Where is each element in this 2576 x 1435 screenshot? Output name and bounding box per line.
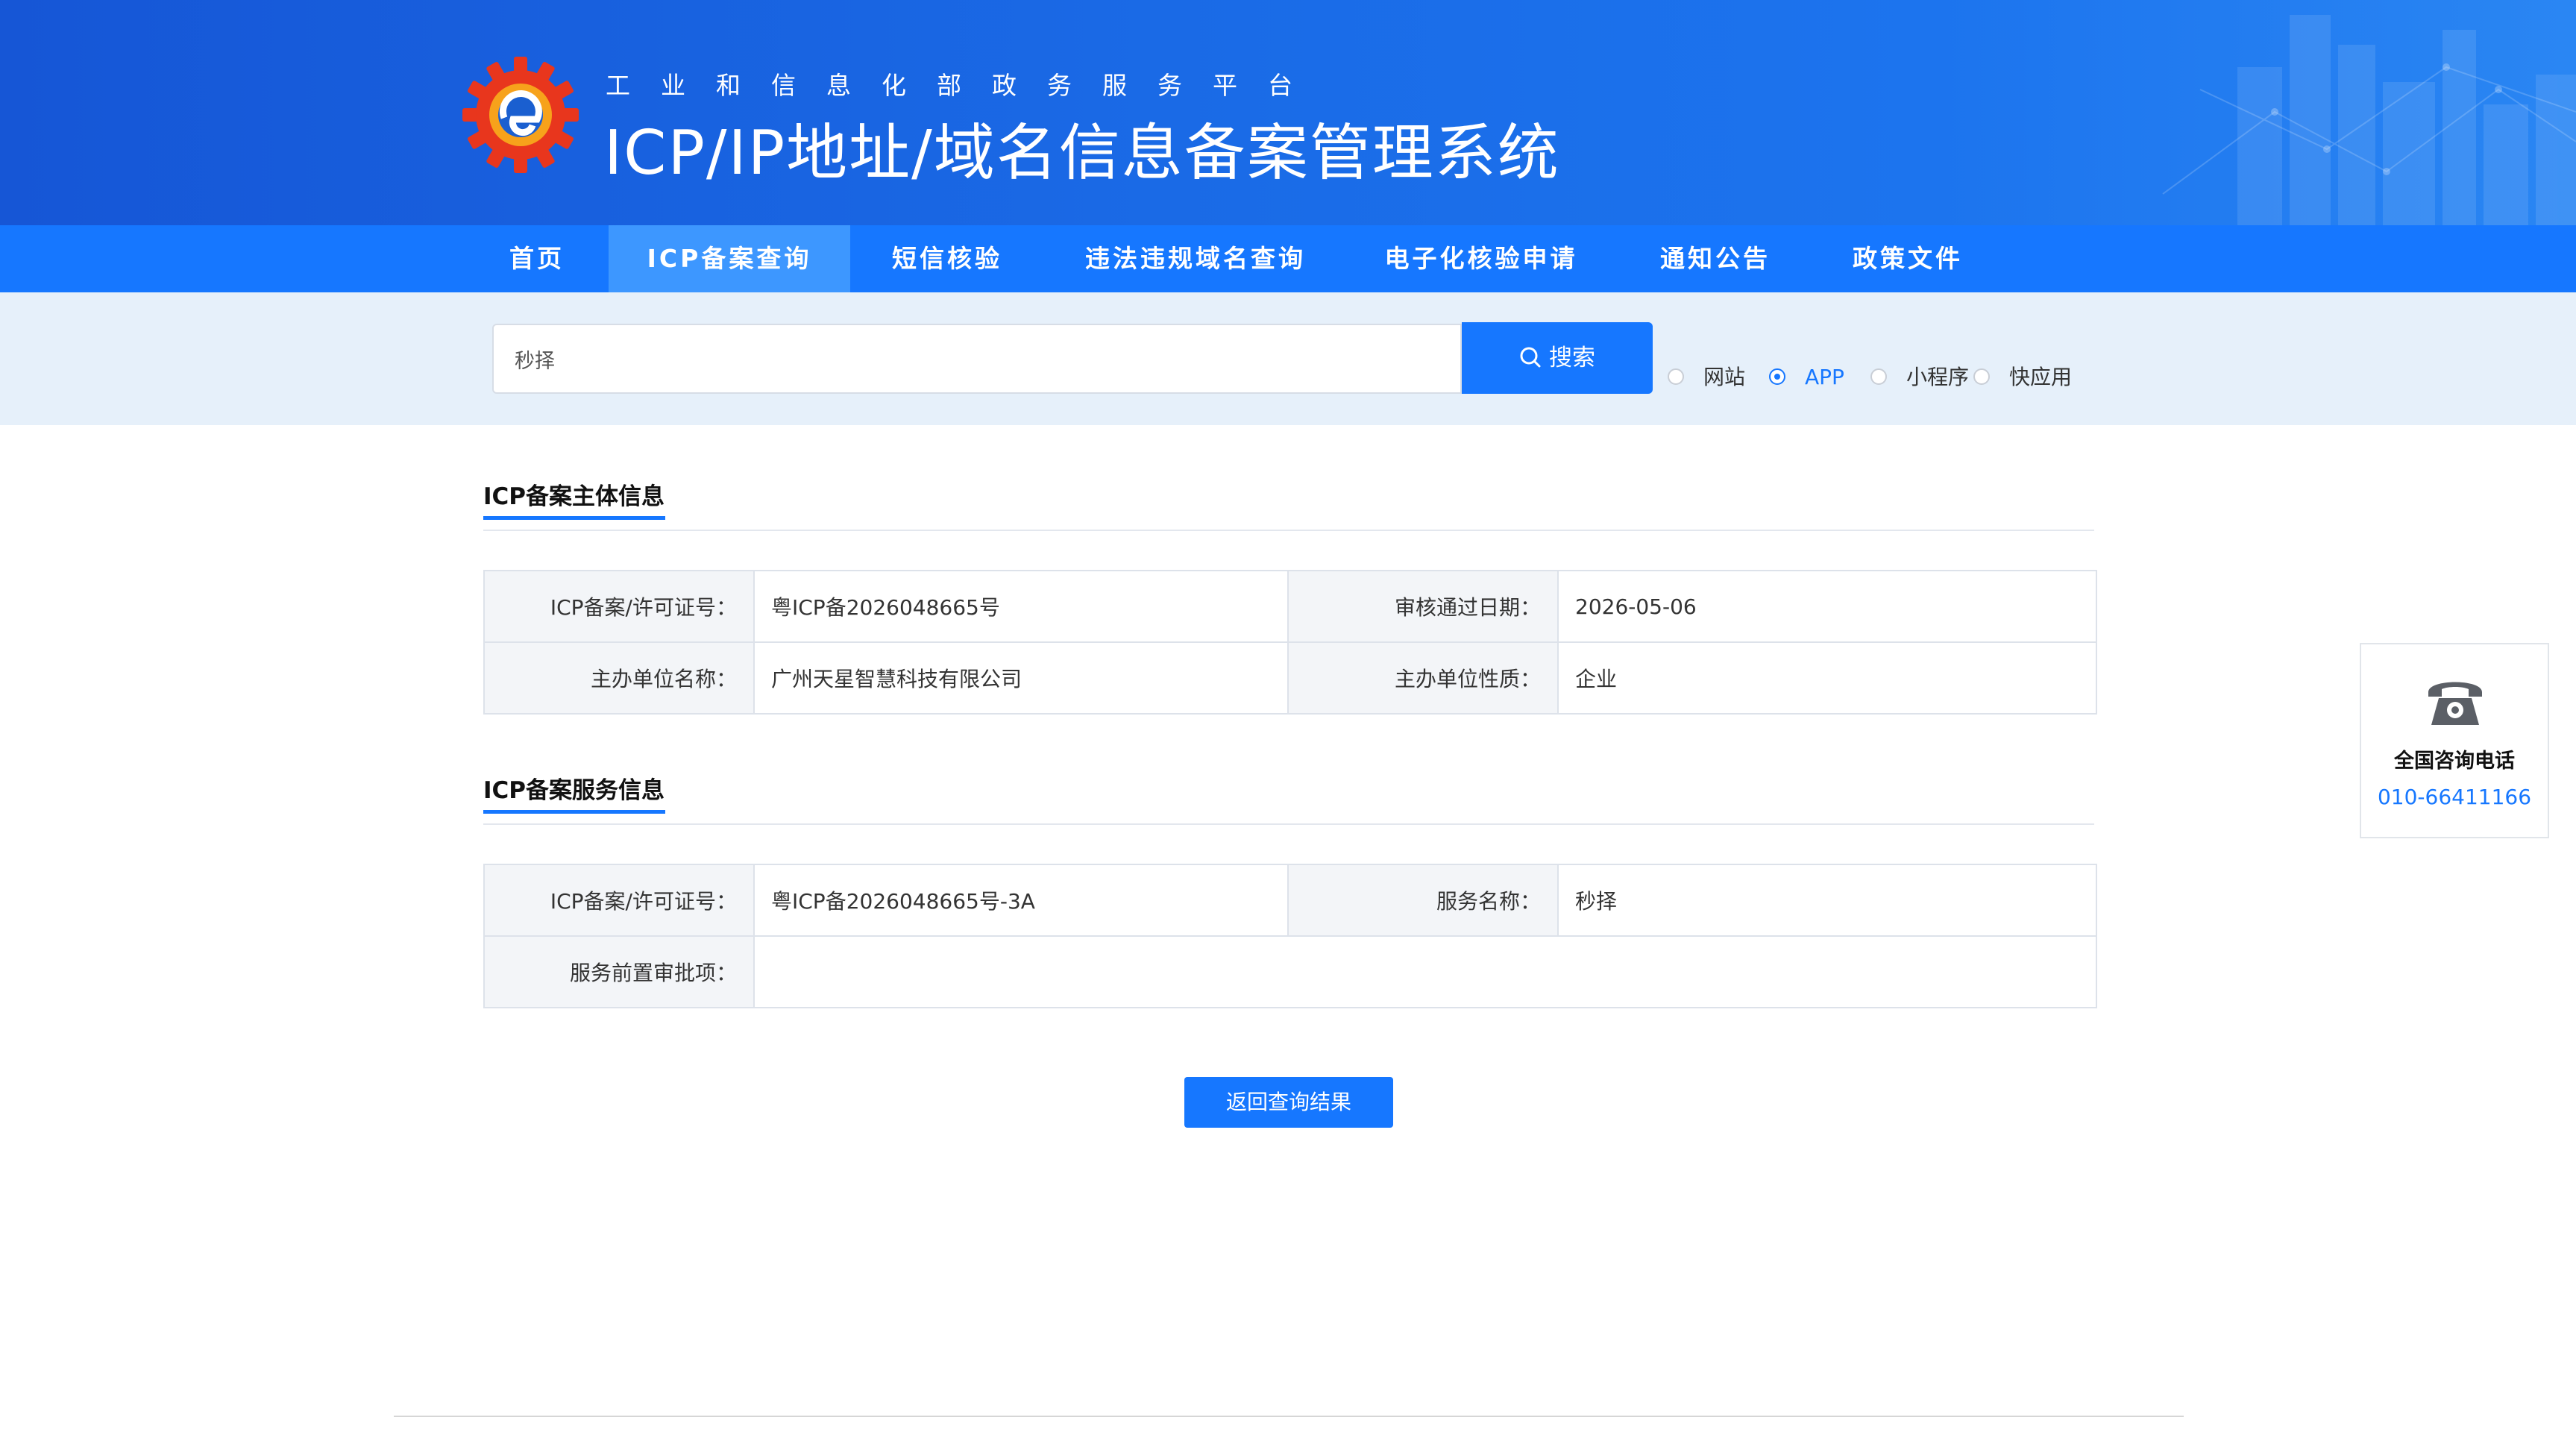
radio-app[interactable]: APP bbox=[1769, 362, 1844, 392]
pre-approval-items bbox=[753, 935, 2097, 1008]
main-nav: 首页 ICP备案查询 短信核验 违法违规域名查询 电子化核验申请 通知公告 政策… bbox=[0, 225, 2576, 292]
organizer-nature: 企业 bbox=[1557, 641, 2097, 715]
radio-label: 快应用 bbox=[2009, 365, 2073, 389]
radio-label: APP bbox=[1805, 365, 1844, 389]
service-info-title: ICP备案服务信息 bbox=[483, 777, 665, 804]
radio-dot bbox=[1973, 368, 1990, 385]
radio-website[interactable]: 网站 bbox=[1668, 362, 1745, 392]
nav-e-verify-apply[interactable]: 电子化核验申请 bbox=[1369, 225, 1593, 292]
table-row: ICP备案/许可证号： 粤ICP备2026048665号 审核通过日期： 202… bbox=[483, 570, 2097, 643]
field-label: 主办单位性质： bbox=[1287, 641, 1559, 715]
field-label: 服务前置审批项： bbox=[483, 935, 755, 1008]
table-row: 主办单位名称： 广州天星智慧科技有限公司 主办单位性质： 企业 bbox=[483, 641, 2097, 715]
radio-quick-app[interactable]: 快应用 bbox=[1973, 362, 2072, 392]
search-button-label: 搜索 bbox=[1549, 345, 1595, 371]
service-license-number: 粤ICP备2026048665号-3A bbox=[753, 864, 1289, 937]
organizer-name: 广州天星智慧科技有限公司 bbox=[753, 641, 1289, 715]
radio-label: 小程序 bbox=[1906, 365, 1970, 389]
field-label: 主办单位名称： bbox=[483, 641, 755, 715]
search-icon bbox=[1520, 347, 1541, 367]
table-row: ICP备案/许可证号： 粤ICP备2026048665号-3A 服务名称： 秒择 bbox=[483, 864, 2097, 937]
nav-icp-query[interactable]: ICP备案查询 bbox=[609, 225, 850, 292]
nav-home[interactable]: 首页 bbox=[492, 225, 582, 292]
service-info-table: ICP备案/许可证号： 粤ICP备2026048665号-3A 服务名称： 秒择… bbox=[483, 864, 2097, 1008]
section-title-underline bbox=[483, 516, 665, 520]
icp-license-number: 粤ICP备2026048665号 bbox=[753, 570, 1289, 643]
consult-title: 全国咨询电话 bbox=[2394, 750, 2515, 773]
radio-dot bbox=[1769, 368, 1785, 385]
radio-dot bbox=[1870, 368, 1887, 385]
telephone-icon bbox=[2428, 682, 2482, 725]
back-to-results-button[interactable]: 返回查询结果 bbox=[1184, 1077, 1393, 1128]
approval-date: 2026-05-06 bbox=[1557, 570, 2097, 643]
service-name: 秒择 bbox=[1557, 864, 2097, 937]
radio-dot bbox=[1668, 368, 1684, 385]
gear-logo-icon bbox=[462, 57, 579, 173]
field-label: 服务名称： bbox=[1287, 864, 1559, 937]
radio-mini-program[interactable]: 小程序 bbox=[1870, 362, 1969, 392]
system-title: ICP/IP地址/域名信息备案管理系统 bbox=[604, 118, 1560, 189]
subject-info-title: ICP备案主体信息 bbox=[483, 483, 665, 510]
nav-notices[interactable]: 通知公告 bbox=[1648, 225, 1782, 292]
nav-policy-files[interactable]: 政策文件 bbox=[1841, 225, 1975, 292]
section-divider bbox=[483, 823, 2094, 825]
field-label: ICP备案/许可证号： bbox=[483, 570, 755, 643]
consult-number: 010-66411166 bbox=[2377, 785, 2532, 809]
radio-label: 网站 bbox=[1703, 365, 1746, 389]
subject-info-table: ICP备案/许可证号： 粤ICP备2026048665号 审核通过日期： 202… bbox=[483, 570, 2097, 715]
nav-sms-verify[interactable]: 短信核验 bbox=[873, 225, 1022, 292]
field-label: 审核通过日期： bbox=[1287, 570, 1559, 643]
section-title-underline bbox=[483, 810, 665, 814]
table-row: 服务前置审批项： bbox=[483, 935, 2097, 1008]
search-input[interactable] bbox=[492, 324, 1462, 394]
header-banner: 工业和信息化部政务服务平台 ICP/IP地址/域名信息备案管理系统 bbox=[0, 0, 2576, 225]
footer-divider bbox=[394, 1416, 2184, 1417]
section-divider bbox=[483, 530, 2094, 531]
consult-hotline-widget[interactable]: 全国咨询电话 010-66411166 bbox=[2360, 643, 2549, 838]
nav-illegal-domain-query[interactable]: 违法违规域名查询 bbox=[1072, 225, 1319, 292]
search-button[interactable]: 搜索 bbox=[1462, 322, 1653, 394]
field-label: ICP备案/许可证号： bbox=[483, 864, 755, 937]
platform-subtitle: 工业和信息化部政务服务平台 bbox=[606, 71, 1323, 100]
